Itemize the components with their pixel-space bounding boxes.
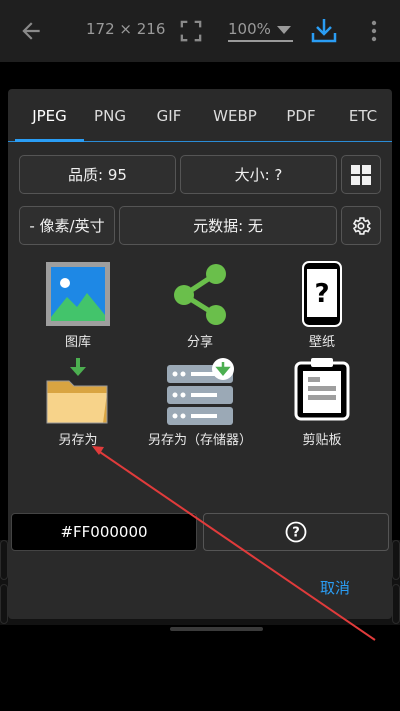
app-bar: 172 × 216 100% [0,0,400,62]
save-as-storage-action[interactable]: 另存为（存储器） [145,357,255,449]
wallpaper-action[interactable]: ? 壁纸 [267,261,377,351]
back-arrow-icon[interactable] [18,18,44,44]
gallery-action[interactable]: 图库 [23,261,133,351]
quality-label: 品质: 95 [68,166,127,184]
zoom-select[interactable]: 100% [228,20,293,42]
color-value-field[interactable]: #FF000000 [11,513,197,551]
svg-text:?: ? [314,279,329,309]
tab-gif[interactable]: GIF [148,107,190,125]
share-action[interactable]: 分享 [145,261,255,351]
gear-icon [352,216,371,235]
zoom-value: 100% [228,20,271,38]
folder-download-icon [46,358,108,424]
metadata-label: 元数据: 无 [193,217,263,235]
unit-label: - 像素/英寸 [29,217,105,235]
save-dialog: JPEG PNG GIF WEBP PDF ETC 品质: 95 大小: ? -… [8,89,392,619]
fit-screen-icon[interactable] [180,20,202,42]
metadata-button[interactable]: 元数据: 无 [119,206,337,245]
background-cell [0,540,8,580]
save-as-label: 另存为 [58,433,98,448]
gallery-image-icon [46,262,110,326]
save-as-storage-label: 另存为（存储器） [147,433,252,448]
tabs-divider [8,141,392,142]
help-icon: ? [285,521,307,543]
format-tabs: JPEG PNG GIF WEBP PDF ETC [8,89,392,142]
grid-button[interactable] [341,155,381,194]
storage-download-icon [167,358,234,425]
help-button[interactable]: ? [203,513,389,551]
gesture-bar [170,627,263,631]
background-cell [0,584,8,624]
color-value: #FF000000 [60,523,148,541]
share-label: 分享 [186,335,213,350]
tab-jpeg[interactable]: JPEG [15,107,84,125]
settings-button[interactable] [341,206,381,245]
tab-pdf[interactable]: PDF [280,107,322,125]
cancel-button[interactable]: 取消 [320,577,350,598]
background-cell [392,540,400,580]
share-icon [174,264,226,325]
quality-button[interactable]: 品质: 95 [19,155,176,194]
more-vert-icon[interactable] [369,20,379,42]
save-as-action[interactable]: 另存为 [23,357,133,449]
clipboard-label: 剪贴板 [302,433,342,448]
gallery-label: 图库 [64,335,91,350]
wallpaper-phone-icon: ? [302,261,342,327]
clipboard-icon [294,358,350,421]
tab-webp[interactable]: WEBP [208,107,262,125]
tab-png[interactable]: PNG [84,107,136,125]
chevron-down-icon [276,26,291,34]
wallpaper-label: 壁纸 [308,335,335,350]
image-dimensions: 172 × 216 [86,20,166,38]
tab-etc[interactable]: ETC [342,107,384,125]
background-cell [392,584,400,624]
clipboard-action[interactable]: 剪贴板 [267,357,377,449]
size-button[interactable]: 大小: ? [180,155,337,194]
unit-button[interactable]: - 像素/英寸 [19,206,115,245]
grid-icon [351,164,371,185]
download-icon[interactable] [310,16,338,44]
svg-text:?: ? [292,526,300,541]
size-label: 大小: ? [234,166,283,184]
